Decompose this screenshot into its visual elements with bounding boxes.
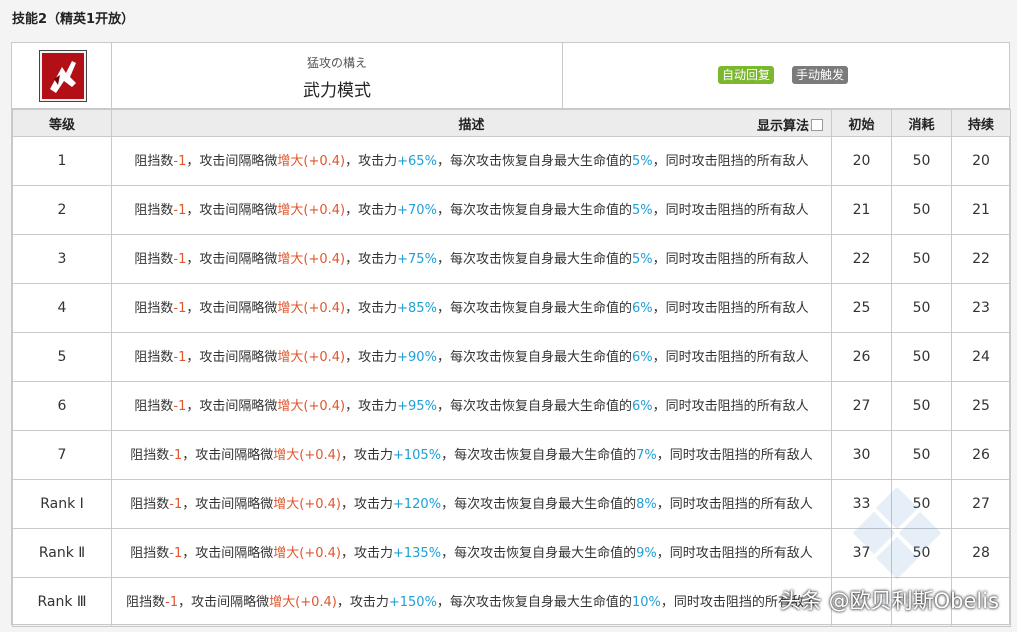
col-header-cost: 消耗 [891, 109, 952, 137]
skill-header: 猛攻の構え 武力模式 自动回复 手动触发 [12, 43, 1009, 109]
row-init-sp: 20 [831, 136, 892, 186]
row-description: 阻挡数-1，攻击间隔略微增大(+0.4)，攻击力+85%，每次攻击恢复自身最大生… [111, 283, 832, 333]
skill-card: 猛攻の構え 武力模式 自动回复 手动触发 等级 描述 显示算法 初始 消耗 持续… [11, 42, 1011, 627]
row-init-sp: 25 [831, 283, 892, 333]
row-level: 4 [12, 283, 112, 333]
row-init-sp: 30 [831, 430, 892, 480]
row-description: 阻挡数-1，攻击间隔略微增大(+0.4)，攻击力+150%，每次攻击恢复自身最大… [111, 577, 832, 627]
skill-icon [40, 51, 86, 101]
row-duration: 25 [951, 381, 1011, 431]
row-sp-cost: 50 [891, 283, 952, 333]
row-description: 阻挡数-1，攻击间隔略微增大(+0.4)，攻击力+135%，每次攻击恢复自身最大… [111, 528, 832, 578]
row-init-sp: 21 [831, 185, 892, 235]
row-sp-cost: 50 [891, 381, 952, 431]
row-duration: 26 [951, 430, 1011, 480]
row-level: 2 [12, 185, 112, 235]
row-level: 3 [12, 234, 112, 284]
row-description: 阻挡数-1，攻击间隔略微增大(+0.4)，攻击力+120%，每次攻击恢复自身最大… [111, 479, 832, 529]
row-sp-cost: 50 [891, 234, 952, 284]
skill-icon-cell [12, 43, 112, 108]
col-header-init: 初始 [831, 109, 892, 137]
row-sp-cost: 50 [891, 185, 952, 235]
row-level: Rank Ⅰ [12, 479, 112, 529]
row-description: 阻挡数-1，攻击间隔略微增大(+0.4)，攻击力+90%，每次攻击恢复自身最大生… [111, 332, 832, 382]
show-calc-checkbox[interactable] [811, 119, 823, 131]
row-level: 7 [12, 430, 112, 480]
row-duration: 21 [951, 185, 1011, 235]
row-duration: 22 [951, 234, 1011, 284]
skill-name-cn: 武力模式 [303, 81, 371, 101]
table-row: 4 阻挡数-1，攻击间隔略微增大(+0.4)，攻击力+85%，每次攻击恢复自身最大… [12, 283, 1011, 333]
row-level: 6 [12, 381, 112, 431]
table-row: 1 阻挡数-1，攻击间隔略微增大(+0.4)，攻击力+65%，每次攻击恢复自身最大… [12, 136, 1011, 186]
table-row: 6 阻挡数-1，攻击间隔略微增大(+0.4)，攻击力+95%，每次攻击恢复自身最大… [12, 381, 1011, 431]
row-sp-cost: 50 [891, 136, 952, 186]
skill-tags-cell: 自动回复 手动触发 [563, 43, 1009, 108]
row-init-sp: 27 [831, 381, 892, 431]
table-row: 2 阻挡数-1，攻击间隔略微增大(+0.4)，攻击力+70%，每次攻击恢复自身最大… [12, 185, 1011, 235]
show-calc-label: 显示算法 [756, 119, 809, 134]
row-duration: 28 [951, 528, 1011, 578]
table-row: 5 阻挡数-1，攻击间隔略微增大(+0.4)，攻击力+90%，每次攻击恢复自身最大… [12, 332, 1011, 382]
col-header-dur: 持续 [951, 109, 1011, 137]
row-init-sp: 22 [831, 234, 892, 284]
row-duration: 24 [951, 332, 1011, 382]
skill-name-jp: 猛攻の構え [306, 56, 367, 70]
row-init-sp: 26 [831, 332, 892, 382]
tag-auto-recovery: 自动回复 [718, 66, 775, 84]
row-description: 阻挡数-1，攻击间隔略微增大(+0.4)，攻击力+70%，每次攻击恢复自身最大生… [111, 185, 832, 235]
row-sp-cost: 50 [891, 430, 952, 480]
row-description: 阻挡数-1，攻击间隔略微增大(+0.4)，攻击力+105%，每次攻击恢复自身最大… [111, 430, 832, 480]
row-level: Rank Ⅲ [12, 577, 112, 627]
row-description: 阻挡数-1，攻击间隔略微增大(+0.4)，攻击力+95%，每次攻击恢复自身最大生… [111, 381, 832, 431]
row-duration: 20 [951, 136, 1011, 186]
skill-name-cell: 猛攻の構え 武力模式 [112, 43, 563, 108]
row-description: 阻挡数-1，攻击间隔略微增大(+0.4)，攻击力+65%，每次攻击恢复自身最大生… [111, 136, 832, 186]
tag-manual-trigger: 手动触发 [792, 66, 849, 84]
row-level: Rank Ⅱ [12, 528, 112, 578]
credit-watermark: 头条 @欧贝利斯Obelis [779, 589, 999, 613]
row-duration: 27 [951, 479, 1011, 529]
row-level: 5 [12, 332, 112, 382]
section-heading: 技能2（精英1开放） [12, 12, 135, 27]
col-header-level: 等级 [12, 109, 112, 137]
row-duration: 23 [951, 283, 1011, 333]
row-description: 阻挡数-1，攻击间隔略微增大(+0.4)，攻击力+75%，每次攻击恢复自身最大生… [111, 234, 832, 284]
table-row: 7 阻挡数-1，攻击间隔略微增大(+0.4)，攻击力+105%，每次攻击恢复自身最… [12, 430, 1011, 480]
show-calc-toggle[interactable]: 显示算法 [757, 115, 823, 134]
row-level: 1 [12, 136, 112, 186]
table-row: 3 阻挡数-1，攻击间隔略微增大(+0.4)，攻击力+75%，每次攻击恢复自身最大… [12, 234, 1011, 284]
row-sp-cost: 50 [891, 332, 952, 382]
col-header-desc: 描述 显示算法 [111, 109, 832, 137]
col-header-desc-label: 描述 [458, 117, 485, 133]
